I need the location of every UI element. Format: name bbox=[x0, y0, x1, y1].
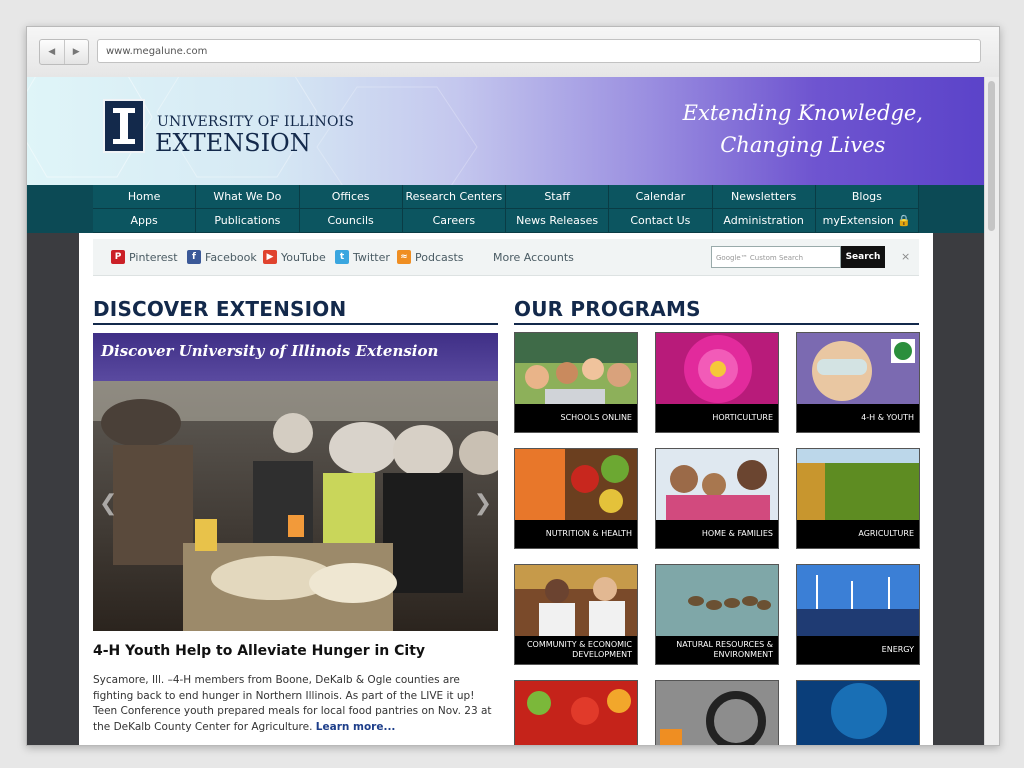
program-tile-nutrition-health[interactable]: NUTRITION & HEALTH bbox=[514, 448, 638, 549]
nav-item-home[interactable]: Home bbox=[93, 185, 197, 209]
social-pinterest[interactable]: P Pinterest bbox=[111, 250, 178, 264]
program-tile-agriculture[interactable]: AGRICULTURE bbox=[796, 448, 920, 549]
learn-more-link[interactable]: Learn more... bbox=[316, 721, 396, 733]
story-title[interactable]: 4-H Youth Help to Alleviate Hunger in Ci… bbox=[93, 643, 425, 659]
nav-item-blogs[interactable]: Blogs bbox=[815, 185, 919, 209]
produce-photo bbox=[515, 681, 637, 745]
twitter-icon: t bbox=[335, 250, 349, 264]
more-accounts-link[interactable]: More Accounts bbox=[493, 250, 574, 264]
youth-photo bbox=[797, 333, 919, 406]
pinterest-icon: P bbox=[111, 250, 125, 264]
chevron-right-icon[interactable]: ❯ bbox=[474, 491, 492, 516]
forward-arrow-icon[interactable]: ▶ bbox=[65, 40, 89, 64]
discover-heading: DISCOVER EXTENSION bbox=[93, 297, 347, 321]
nav-item-apps[interactable]: Apps bbox=[93, 209, 197, 233]
youtube-icon: ▶ bbox=[263, 250, 277, 264]
browser-toolbar: ◀ ▶ www.megalune.com bbox=[27, 27, 999, 78]
program-tile-horticulture[interactable]: HORTICULTURE bbox=[655, 332, 779, 433]
tagline: Extending Knowledge, Changing Lives bbox=[682, 101, 923, 157]
rss-icon: ≈ bbox=[397, 250, 411, 264]
nav-item-newsletters[interactable]: Newsletters bbox=[712, 185, 816, 209]
nav-item-contact-us[interactable]: Contact Us bbox=[609, 209, 713, 233]
nav-item-research-centers[interactable]: Research Centers bbox=[402, 185, 506, 209]
feature-slideshow[interactable]: Discover University of Illinois Extensio… bbox=[93, 333, 498, 631]
search-button[interactable]: Search bbox=[841, 246, 885, 268]
social-twitter[interactable]: t Twitter bbox=[335, 250, 390, 264]
nav-item-what-we-do[interactable]: What We Do bbox=[196, 185, 300, 209]
search-input[interactable]: Google™ Custom Search bbox=[711, 246, 841, 268]
headphones-photo bbox=[656, 681, 778, 745]
agriculture-photo bbox=[797, 449, 919, 522]
social-bar: P Pinterest f Facebook ▶ YouTube t Twitt… bbox=[93, 239, 919, 276]
horticulture-photo bbox=[656, 333, 778, 406]
nav-item-news-releases[interactable]: News Releases bbox=[506, 209, 610, 233]
logo-university[interactable]: UNIVERSITY OF ILLINOIS bbox=[157, 114, 354, 130]
browser-window: ◀ ▶ www.megalune.com UNIVERSITY OF ILLIN… bbox=[26, 26, 1000, 746]
site-banner: UNIVERSITY OF ILLINOIS EXTENSION Extendi… bbox=[27, 77, 985, 185]
back-arrow-icon[interactable]: ◀ bbox=[40, 40, 65, 64]
schools-online-photo bbox=[515, 333, 637, 406]
program-tile-home-families[interactable]: HOME & FAMILIES bbox=[655, 448, 779, 549]
divider bbox=[514, 323, 919, 325]
web-page: UNIVERSITY OF ILLINOIS EXTENSION Extendi… bbox=[27, 77, 985, 745]
nav-item-myextension[interactable]: myExtension 🔒 bbox=[815, 209, 919, 233]
facebook-icon: f bbox=[187, 250, 201, 264]
nav-item-calendar[interactable]: Calendar bbox=[609, 185, 713, 209]
nav-item-councils[interactable]: Councils bbox=[299, 209, 403, 233]
energy-photo bbox=[797, 565, 919, 638]
families-photo bbox=[656, 449, 778, 522]
nav-grid: Home What We Do Offices Research Centers… bbox=[93, 185, 919, 233]
main-content: P Pinterest f Facebook ▶ YouTube t Twitt… bbox=[79, 233, 933, 745]
logo-extension[interactable]: EXTENSION bbox=[155, 129, 311, 157]
nav-item-administration[interactable]: Administration bbox=[712, 209, 816, 233]
program-tile-water[interactable] bbox=[796, 680, 920, 745]
divider bbox=[93, 323, 498, 325]
community-photo bbox=[515, 565, 637, 638]
program-tile-podcasts[interactable] bbox=[655, 680, 779, 745]
nav-item-careers[interactable]: Careers bbox=[402, 209, 506, 233]
nutrition-photo bbox=[515, 449, 637, 522]
history-buttons: ◀ ▶ bbox=[39, 39, 89, 65]
scrollbar-thumb[interactable] bbox=[988, 81, 995, 231]
main-navigation: Home What We Do Offices Research Centers… bbox=[27, 185, 985, 233]
ducks-photo bbox=[656, 565, 778, 638]
nav-item-offices[interactable]: Offices bbox=[299, 185, 403, 209]
story-body: Sycamore, Ill. –4-H members from Boone, … bbox=[93, 674, 492, 733]
close-icon[interactable]: × bbox=[901, 250, 910, 263]
scrollbar[interactable] bbox=[984, 77, 999, 745]
nav-item-staff[interactable]: Staff bbox=[506, 185, 610, 209]
address-bar[interactable]: www.megalune.com bbox=[97, 39, 981, 63]
program-tile-natural-resources[interactable]: NATURAL RESOURCES & ENVIRONMENT bbox=[655, 564, 779, 665]
slide-title: Discover University of Illinois Extensio… bbox=[101, 342, 439, 360]
chevron-left-icon[interactable]: ❮ bbox=[99, 491, 117, 516]
program-tile-community-economic[interactable]: COMMUNITY & ECONOMIC DEVELOPMENT bbox=[514, 564, 638, 665]
program-tile-produce[interactable] bbox=[514, 680, 638, 745]
social-facebook[interactable]: f Facebook bbox=[187, 250, 257, 264]
program-tile-energy[interactable]: ENERGY bbox=[796, 564, 920, 665]
nav-item-publications[interactable]: Publications bbox=[196, 209, 300, 233]
programs-heading: OUR PROGRAMS bbox=[514, 297, 701, 321]
programs-grid: SCHOOLS ONLINE HORTICULTURE 4-H & YOUTH … bbox=[514, 332, 920, 745]
illinois-logo-icon[interactable] bbox=[103, 99, 145, 153]
program-tile-4h-youth[interactable]: 4-H & YOUTH bbox=[796, 332, 920, 433]
social-podcasts[interactable]: ≈ Podcasts bbox=[397, 250, 464, 264]
program-tile-schools-online[interactable]: SCHOOLS ONLINE bbox=[514, 332, 638, 433]
water-photo bbox=[797, 681, 919, 745]
social-youtube[interactable]: ▶ YouTube bbox=[263, 250, 326, 264]
